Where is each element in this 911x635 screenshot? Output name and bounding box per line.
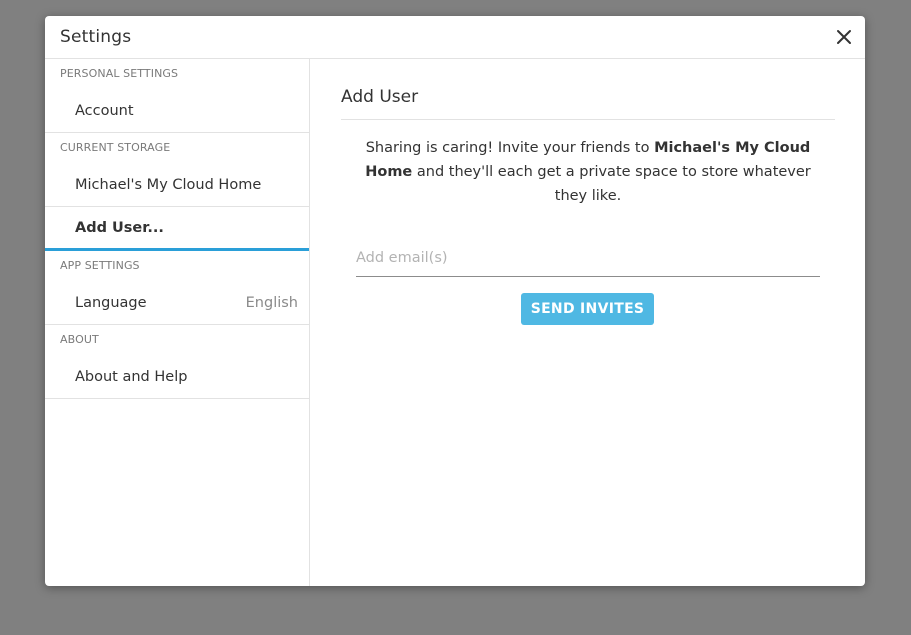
sidebar-item-language[interactable]: Language English bbox=[45, 281, 309, 325]
invite-text-start: Sharing is caring! Invite your friends t… bbox=[365, 140, 655, 156]
email-input[interactable] bbox=[356, 239, 820, 277]
invite-text-end: and they'll each get a private space to … bbox=[412, 164, 811, 204]
sidebar-item-add-user[interactable]: Add User... bbox=[45, 207, 309, 251]
settings-dialog: Settings PERSONAL SETTINGS Account CURRE… bbox=[45, 16, 865, 586]
dialog-title: Settings bbox=[60, 27, 132, 47]
dialog-header: Settings bbox=[45, 16, 865, 59]
settings-sidebar: PERSONAL SETTINGS Account CURRENT STORAG… bbox=[45, 59, 310, 586]
section-header-about: ABOUT bbox=[60, 333, 99, 346]
close-button[interactable] bbox=[835, 28, 853, 46]
sidebar-item-account[interactable]: Account bbox=[45, 89, 309, 133]
sidebar-item-label: Michael's My Cloud Home bbox=[75, 177, 262, 193]
language-value: English bbox=[245, 295, 298, 311]
sidebar-item-label: About and Help bbox=[75, 369, 188, 385]
sidebar-item-label: Add User... bbox=[75, 220, 164, 236]
add-user-panel: Add User Sharing is caring! Invite your … bbox=[311, 59, 865, 586]
close-icon bbox=[837, 30, 851, 44]
section-header-current-storage: CURRENT STORAGE bbox=[60, 141, 171, 154]
divider bbox=[341, 119, 835, 120]
sidebar-item-about-help[interactable]: About and Help bbox=[45, 355, 309, 399]
section-header-personal-settings: PERSONAL SETTINGS bbox=[60, 67, 179, 80]
sidebar-item-storage-device[interactable]: Michael's My Cloud Home bbox=[45, 163, 309, 207]
sidebar-item-label: Account bbox=[75, 103, 134, 119]
section-header-app-settings: APP SETTINGS bbox=[60, 259, 140, 272]
send-invites-button[interactable]: SEND INVITES bbox=[521, 293, 654, 325]
invite-description: Sharing is caring! Invite your friends t… bbox=[351, 136, 825, 208]
panel-title: Add User bbox=[341, 87, 419, 107]
sidebar-item-label: Language bbox=[75, 295, 147, 311]
